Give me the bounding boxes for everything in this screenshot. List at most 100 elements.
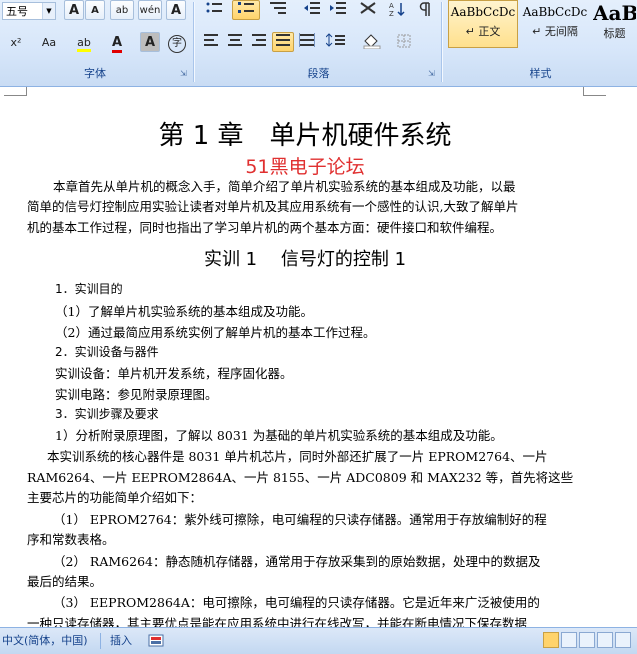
shading-button[interactable] — [358, 32, 388, 52]
document-area[interactable]: 第 1 章 单片机硬件系统 51黑电子论坛 本章首先从单片机的概念入手，简单介绍… — [0, 87, 637, 627]
body-line: 最后的结果。 — [27, 574, 103, 589]
crop-mark — [583, 87, 584, 96]
paragraph-group-label: 段落 — [307, 67, 330, 80]
body-line: RAM6264、一片 EEPROM2864A、一片 8155、一片 ADC080… — [27, 470, 574, 485]
borders-icon — [397, 34, 411, 48]
sort-icon: AZ — [389, 2, 405, 18]
decrease-indent-button[interactable] — [300, 0, 324, 20]
draft-view-icon[interactable] — [615, 632, 631, 648]
intro-line: 简单的信号灯控制应用实验让读者对单片机及其应用系统有一个感性的认识,大致了解单片 — [27, 199, 519, 214]
chinese-layout-icon — [360, 2, 376, 14]
print-layout-view-icon[interactable] — [543, 632, 559, 648]
numbering-icon — [238, 2, 254, 13]
style-heading[interactable]: AaB 标题 — [592, 0, 637, 48]
body-line: （1）了解单片机实验系统的基本组成及功能。 — [55, 304, 313, 319]
align-right-button[interactable] — [248, 32, 270, 52]
watermark-text: 51黑电子论坛 — [245, 156, 365, 178]
section-title: 实训 1 信号灯的控制 1 — [203, 249, 407, 270]
crop-mark — [584, 95, 606, 96]
line-spacing-button[interactable] — [322, 32, 352, 52]
character-border-button[interactable]: A — [166, 0, 186, 20]
body-line: 1）分析附录原理图，了解以 8031 为基础的单片机实验系统的基本组成及功能。 — [55, 428, 503, 443]
font-dialog-launcher-icon[interactable]: ⇲ — [180, 70, 188, 78]
heading-line: 1．实训目的 — [55, 282, 123, 296]
body-line: 本实训系统的核心器件是 8031 单片机芯片，同时外部还扩展了一片 EPROM2… — [47, 449, 548, 464]
superscript-button[interactable]: x² — [2, 32, 30, 52]
intro-line: 本章首先从单片机的概念入手，简单介绍了单片机实验系统的基本组成及功能，以最 — [53, 179, 516, 194]
status-bar: 中文(简体，中国) 插入 — [0, 627, 637, 654]
style-name: ↵ 正文 — [465, 25, 501, 38]
multilevel-list-button[interactable] — [264, 0, 292, 20]
style-sample: AaBbCcDc — [522, 5, 588, 19]
align-left-button[interactable] — [200, 32, 222, 52]
font-size-value: 五号 — [6, 5, 28, 18]
body-line: 实训电路：参见附录原理图。 — [55, 387, 218, 402]
font-group-label: 字体 — [84, 67, 106, 80]
bullets-icon — [206, 2, 222, 13]
change-case-button[interactable]: Aa — [34, 32, 64, 52]
justify-icon — [276, 34, 290, 46]
ribbon: 五号 ▼ A A ab wén A x² Aa ab A A 字 字体 ⇲ AZ — [0, 0, 637, 87]
align-right-icon — [252, 34, 266, 46]
body-line: 序和常数表格。 — [27, 532, 115, 547]
body-line: 实训设备：单片机开发系统，程序固化器。 — [55, 366, 293, 381]
heading-line: 2．实训设备与器件 — [55, 345, 159, 359]
character-shading-button[interactable]: A — [140, 32, 160, 52]
align-left-icon — [204, 34, 218, 46]
style-normal[interactable]: AaBbCcDc ↵ 正文 — [448, 0, 518, 48]
status-separator — [100, 633, 101, 649]
chevron-down-icon[interactable]: ▼ — [42, 3, 55, 19]
body-line: （2）通过最简应用系统实例了解单片机的基本工作过程。 — [55, 325, 376, 340]
show-marks-button[interactable] — [414, 0, 436, 20]
enclose-character-button[interactable]: 字 — [166, 32, 188, 53]
web-layout-view-icon[interactable] — [579, 632, 595, 648]
document-page[interactable]: 第 1 章 单片机硬件系统 51黑电子论坛 本章首先从单片机的概念入手，简单介绍… — [27, 87, 583, 627]
shrink-font-button[interactable]: A — [85, 0, 105, 20]
outline-view-icon[interactable] — [597, 632, 613, 648]
justify-button[interactable] — [272, 32, 294, 52]
body-line: （1） EPROM2764：紫外线可擦除，电可编程的只读存储器。通常用于存放编制… — [53, 512, 547, 527]
style-no-spacing[interactable]: AaBbCcDc ↵ 无间隔 — [520, 0, 590, 48]
multilevel-list-icon — [270, 2, 286, 14]
insert-mode-indicator[interactable]: 插入 — [110, 628, 132, 654]
font-size-combo[interactable]: 五号 ▼ — [2, 2, 56, 20]
chapter-title: 第 1 章 单片机硬件系统 — [158, 121, 452, 151]
decrease-indent-icon — [304, 2, 320, 14]
sort-button[interactable]: AZ — [386, 0, 408, 20]
style-name: ↵ 无间隔 — [532, 25, 578, 38]
chinese-layout-button[interactable] — [354, 0, 382, 20]
style-sample: AaBbCcDc — [450, 5, 516, 19]
grow-font-button[interactable]: A — [64, 0, 84, 20]
macro-record-icon[interactable] — [148, 633, 164, 648]
style-sample: AaB — [593, 1, 636, 25]
svg-text:Z: Z — [389, 10, 394, 17]
increase-indent-icon — [330, 2, 346, 14]
crop-mark — [4, 95, 26, 96]
body-line: （2） RAM6264：静态随机存储器，通常用于存放采集到的原始数据，处理中的数… — [53, 554, 541, 569]
group-separator — [441, 2, 442, 82]
align-center-button[interactable] — [224, 32, 246, 52]
group-separator — [193, 2, 194, 82]
language-indicator[interactable]: 中文(简体，中国) — [2, 628, 88, 654]
style-name: 标题 — [603, 27, 626, 40]
font-color-button[interactable]: A — [102, 32, 132, 53]
clear-format-button[interactable]: ab — [110, 0, 134, 20]
borders-button[interactable] — [392, 32, 422, 52]
styles-group-label: 样式 — [529, 67, 552, 80]
align-center-icon — [228, 34, 242, 46]
paragraph-mark-icon — [419, 2, 430, 16]
full-screen-reading-view-icon[interactable] — [561, 632, 577, 648]
body-line: （3） EEPROM2864A：电可擦除，电可编程的只读存储器。它是近年来广泛被… — [53, 595, 540, 610]
distributed-icon — [298, 33, 316, 47]
increase-indent-button[interactable] — [326, 0, 350, 20]
numbering-button[interactable] — [232, 0, 260, 20]
body-line: 主要芯片的功能简单介绍如下： — [27, 490, 203, 505]
bullets-button[interactable] — [200, 0, 228, 20]
phonetic-guide-button[interactable]: wén — [138, 0, 162, 20]
paint-bucket-icon — [363, 34, 381, 50]
highlight-button[interactable]: ab — [70, 32, 98, 52]
svg-text:A: A — [389, 2, 394, 10]
distributed-button[interactable] — [296, 32, 318, 52]
line-spacing-icon — [325, 33, 345, 47]
paragraph-dialog-launcher-icon[interactable]: ⇲ — [428, 70, 436, 78]
